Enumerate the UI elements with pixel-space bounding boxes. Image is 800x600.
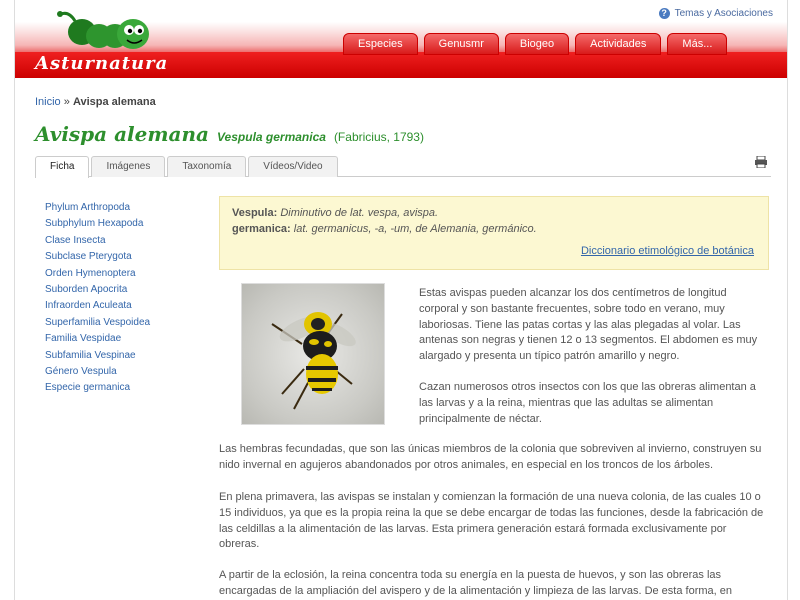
site-header: Asturnatura ? Temas y Asociaciones Espec… (15, 0, 787, 78)
sidebar-item-especie[interactable]: Especie germanica (45, 380, 215, 396)
sidebar-item-clase[interactable]: Clase Insecta (45, 233, 215, 249)
etymology-row: Vespula: Diminutivo de lat. vespa, avisp… (232, 207, 438, 219)
breadcrumb-separator: » (63, 96, 70, 108)
nav-tab-biogeo[interactable]: Biogeo (504, 33, 570, 55)
etymology-term: germanica: (232, 223, 291, 235)
scientific-name: Vespula germanica (217, 130, 326, 144)
nav-tab-especies[interactable]: Especies (343, 33, 418, 55)
etymology-text: Diminutivo de lat. vespa, avispa. (280, 207, 439, 219)
tab-imagenes[interactable]: Imágenes (91, 156, 166, 177)
description-paragraph: Cazan numerosos otros insectos con los q… (419, 381, 756, 425)
description-paragraph: En plena primavera, las avispas se insta… (219, 491, 764, 551)
tab-ficha[interactable]: Ficha (35, 156, 90, 178)
sidebar-item-suborden[interactable]: Suborden Apocrita (45, 282, 215, 298)
sidebar-item-genero[interactable]: Género Vespula (45, 364, 215, 380)
etymology-box: Vespula: Diminutivo de lat. vespa, avisp… (219, 196, 769, 270)
breadcrumb-home-link[interactable]: Inicio (35, 96, 61, 108)
tab-taxonomia[interactable]: Taxonomía (167, 156, 247, 177)
etymology-term: Vespula: (232, 207, 278, 219)
sidebar-item-phylum[interactable]: Phylum Arthropoda (45, 200, 215, 216)
title-row: Avispa alemana Vespula germanica (Fabric… (35, 122, 424, 146)
help-link-label: Temas y Asociaciones (674, 8, 773, 19)
scientific-author: (Fabricius, 1793) (333, 130, 424, 144)
breadcrumb-current: Avispa alemana (72, 96, 156, 108)
nav-tab-more[interactable]: Más... (667, 33, 728, 55)
taxonomy-sidebar: Phylum Arthropoda Subphylum Hexapoda Cla… (45, 200, 215, 397)
sidebar-item-orden[interactable]: Orden Hymenoptera (45, 266, 215, 282)
description-paragraph: Estas avispas pueden alcanzar los dos ce… (419, 287, 758, 363)
etymology-row: germanica: lat. germanicus, -a, -um, de … (232, 223, 537, 235)
wasp-photo[interactable] (241, 283, 385, 425)
description-paragraph: A partir de la eclosión, la reina concen… (219, 569, 732, 597)
tab-videos[interactable]: Vídeos/Video (248, 156, 338, 177)
logo-text[interactable]: Asturnatura (35, 53, 168, 74)
help-icon: ? (658, 8, 670, 19)
etymology-dictionary-link[interactable]: Diccionario etimológico de botánica (581, 245, 754, 257)
sidebar-item-subfamilia[interactable]: Subfamilia Vespinae (45, 348, 215, 364)
page: Asturnatura ? Temas y Asociaciones Espec… (14, 0, 788, 600)
sidebar-item-superfamilia[interactable]: Superfamilia Vespoidea (45, 315, 215, 331)
nav-tab-genusmr[interactable]: Genusmr (423, 33, 499, 55)
nav-tab-actividades[interactable]: Actividades (575, 33, 662, 55)
sidebar-item-subclase[interactable]: Subclase Pterygota (45, 249, 215, 265)
main-nav: Especies Genusmr Biogeo Actividades Más.… (343, 33, 728, 55)
wasp-illustration (271, 312, 356, 410)
page-title: Avispa alemana (35, 122, 209, 146)
breadcrumb: Inicio » Avispa alemana (35, 96, 156, 108)
sidebar-item-subphylum[interactable]: Subphylum Hexapoda (45, 216, 215, 232)
help-link[interactable]: ? Temas y Asociaciones (658, 8, 773, 19)
print-icon[interactable] (755, 156, 767, 168)
content-tabs: Ficha Imágenes Taxonomía Vídeos/Video (35, 154, 771, 178)
sidebar-item-familia[interactable]: Familia Vespidae (45, 331, 215, 347)
sidebar-item-infraorden[interactable]: Infraorden Aculeata (45, 298, 215, 314)
description-paragraph: Las hembras fecundadas, que son las únic… (219, 443, 762, 471)
etymology-text: lat. germanicus, -a, -um, de Alemania, g… (293, 223, 537, 235)
